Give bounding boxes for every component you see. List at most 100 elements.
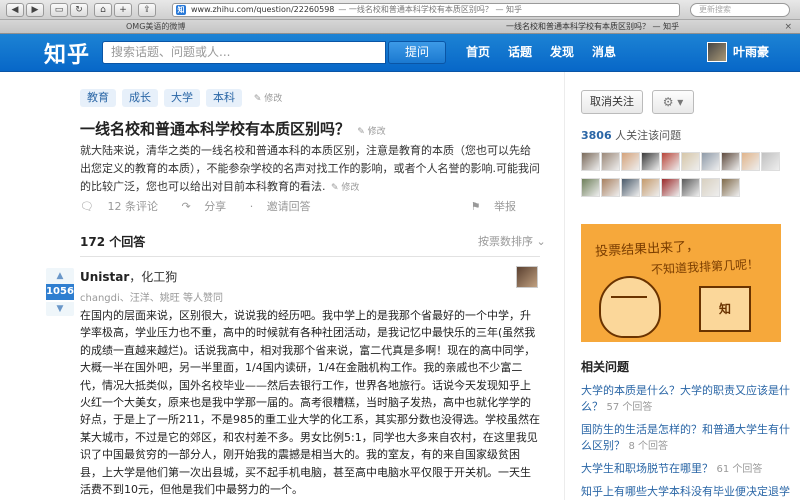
tab-omg[interactable]: OMG美语的微博	[120, 20, 380, 34]
invite-link[interactable]: · 邀请回答	[250, 200, 321, 213]
invite-icon: ·	[249, 200, 254, 213]
share-arrow-icon: ↷	[181, 200, 191, 213]
related-answer-count: 57 个回答	[606, 402, 653, 413]
follower-avatar[interactable]	[661, 178, 680, 197]
follower-avatar[interactable]	[601, 178, 620, 197]
gear-icon[interactable]: ⚙ ▾	[652, 90, 694, 114]
edit-tags-link[interactable]: ✎ 修改	[254, 91, 282, 104]
question-title-text: 一线名校和普通本科学校有本质区别吗？	[80, 120, 351, 138]
nav-messages[interactable]: 消息	[592, 34, 616, 71]
upvote-arrow-icon[interactable]: ▲	[46, 268, 74, 284]
edit-title-link[interactable]: ✎ 修改	[357, 124, 385, 137]
related-answer-count: 61 个回答	[716, 464, 763, 475]
tab-label: OMG美语的微博	[126, 22, 186, 31]
follower-avatar[interactable]	[681, 152, 700, 171]
home-icon[interactable]: ⌂	[94, 3, 112, 17]
nav-discover[interactable]: 发现	[550, 34, 574, 71]
favicon-icon: 知	[176, 5, 186, 15]
related-answer-count: 8 个回答	[628, 441, 669, 452]
share-icon[interactable]: ⇪	[138, 3, 156, 17]
close-tab-icon[interactable]: ×	[784, 20, 792, 34]
sort-label: 按票数排序	[478, 235, 533, 248]
flag-icon: ⚑	[470, 200, 481, 213]
pencil-icon: ✎	[331, 183, 339, 193]
sort-dropdown[interactable]: 按票数排序 ⌄	[478, 233, 546, 249]
follower-avatar[interactable]	[621, 178, 640, 197]
report-label: 举报	[494, 200, 516, 213]
related-question-link[interactable]: 国防生的生活是怎样的？和普通大学生有什么区别？	[581, 423, 790, 452]
follower-avatar[interactable]	[581, 178, 600, 197]
voters-list[interactable]: changdi、汪洋、姚旺 等人赞同	[80, 289, 223, 304]
follower-avatar[interactable]	[661, 152, 680, 171]
follower-avatar[interactable]	[761, 152, 780, 171]
share-label: 分享	[204, 200, 227, 213]
ask-button[interactable]: 提问	[388, 41, 446, 64]
nav-topics[interactable]: 话题	[508, 34, 532, 71]
related-question-link[interactable]: 知乎上有哪些大学本科没有毕业便决定退学的	[581, 485, 790, 500]
author-bio: ，化工狗	[129, 270, 178, 284]
report-link[interactable]: ⚑ 举报	[471, 198, 526, 214]
comments-link[interactable]: 🗨 12 条评论	[80, 200, 168, 213]
back-icon[interactable]: ◀	[6, 3, 24, 17]
follower-avatar[interactable]	[641, 178, 660, 197]
divider	[80, 256, 540, 257]
follower-avatar[interactable]	[641, 152, 660, 171]
url-text: www.zhihu.com/question/22260598	[191, 5, 335, 14]
list-item: 国防生的生活是怎样的？和普通大学生有什么区别？ 8 个回答	[581, 422, 791, 455]
follower-count[interactable]: 3806 人关注该问题	[581, 127, 681, 143]
cartoon-character-icon	[599, 276, 661, 338]
downvote-arrow-icon[interactable]: ▼	[46, 302, 74, 316]
nav-home[interactable]: 首页	[466, 34, 490, 71]
follower-avatar[interactable]	[621, 152, 640, 171]
follower-avatar[interactable]	[741, 152, 760, 171]
chevron-down-icon: ⌄	[536, 235, 546, 248]
list-item: 大学生和职场脱节在哪里？ 61 个回答	[581, 461, 791, 478]
tag-education[interactable]: 教育	[80, 89, 116, 107]
url-page-title: — 一线名校和普通本科学校有本质区别吗？ — 知乎	[338, 5, 523, 14]
edit-label: 修改	[367, 127, 386, 137]
ad-text-line1: 投票结果出来了，	[594, 239, 700, 260]
follower-avatar[interactable]	[721, 178, 740, 197]
add-bookmark-icon[interactable]: +	[114, 3, 132, 17]
follower-avatar[interactable]	[601, 152, 620, 171]
browser-search-input[interactable]: 更新搜索	[690, 3, 790, 17]
user-avatar[interactable]	[707, 42, 727, 62]
tab-bar: OMG美语的微博 一线名校和普通本科学校有本质区别吗？ — 知乎 ×	[0, 20, 800, 34]
reload-icon[interactable]: ↻	[70, 3, 88, 17]
search-input[interactable]: 搜索话题、问题或人...	[102, 41, 386, 64]
edit-label: 修改	[264, 94, 283, 104]
follower-avatar[interactable]	[581, 152, 600, 171]
related-question-link[interactable]: 大学生和职场脱节在哪里？	[581, 462, 713, 475]
forward-icon[interactable]: ▶	[26, 3, 44, 17]
follower-avatar[interactable]	[701, 178, 720, 197]
tag-growth[interactable]: 成长	[122, 89, 158, 107]
tag-university[interactable]: 大学	[164, 89, 200, 107]
site-header: 知乎 搜索话题、问题或人... 提问 首页 话题 发现 消息 叶雨豪	[0, 34, 800, 72]
answer-body: 在国内的层面来说，区别很大，说说我的经历吧。我中学上的是我那个省最好的一个中学，…	[80, 309, 540, 497]
share-link[interactable]: ↷ 分享	[181, 200, 236, 213]
follower-avatar[interactable]	[701, 152, 720, 171]
follower-avatar[interactable]	[681, 178, 700, 197]
question-actions: 🗨 12 条评论 ↷ 分享 · 邀请回答 ⚑ 举报	[80, 198, 540, 214]
address-bar[interactable]: 知 www.zhihu.com/question/22260598— 一线名校和…	[172, 3, 680, 17]
related-questions-list: 大学的本质是什么？大学的职责又应该是什么？ 57 个回答 国防生的生活是怎样的？…	[581, 383, 791, 500]
follower-avatar[interactable]	[721, 152, 740, 171]
tag-undergrad[interactable]: 本科	[206, 89, 242, 107]
list-item: 知乎上有哪些大学本科没有毕业便决定退学的	[581, 484, 791, 500]
question-title: 一线名校和普通本科学校有本质区别吗？ ✎ 修改	[80, 118, 386, 139]
tab-zhihu[interactable]: 一线名校和普通本科学校有本质区别吗？ — 知乎	[500, 20, 680, 34]
edit-description-link[interactable]: ✎ 修改	[331, 179, 359, 197]
comment-icon: 🗨	[80, 200, 94, 213]
ad-text-line2: 不知道我排第几呢！	[650, 257, 760, 277]
author-avatar[interactable]	[516, 266, 538, 288]
username[interactable]: 叶雨豪	[733, 34, 769, 71]
author-name[interactable]: Unistar	[80, 270, 129, 284]
browser-toolbar: ◀ ▶ ▭ ↻ ⌂ + ⇪ 知 www.zhihu.com/question/2…	[0, 0, 800, 20]
promo-banner[interactable]: 投票结果出来了， 不知道我排第几呢！ 知	[581, 224, 781, 342]
zhihu-logo[interactable]: 知乎	[44, 37, 90, 69]
sidebar-icon[interactable]: ▭	[50, 3, 68, 17]
vote-count: 1056	[46, 284, 74, 300]
unfollow-button[interactable]: 取消关注	[581, 90, 643, 114]
comments-label: 12 条评论	[107, 200, 158, 213]
answer-author: Unistar，化工狗	[80, 268, 177, 285]
